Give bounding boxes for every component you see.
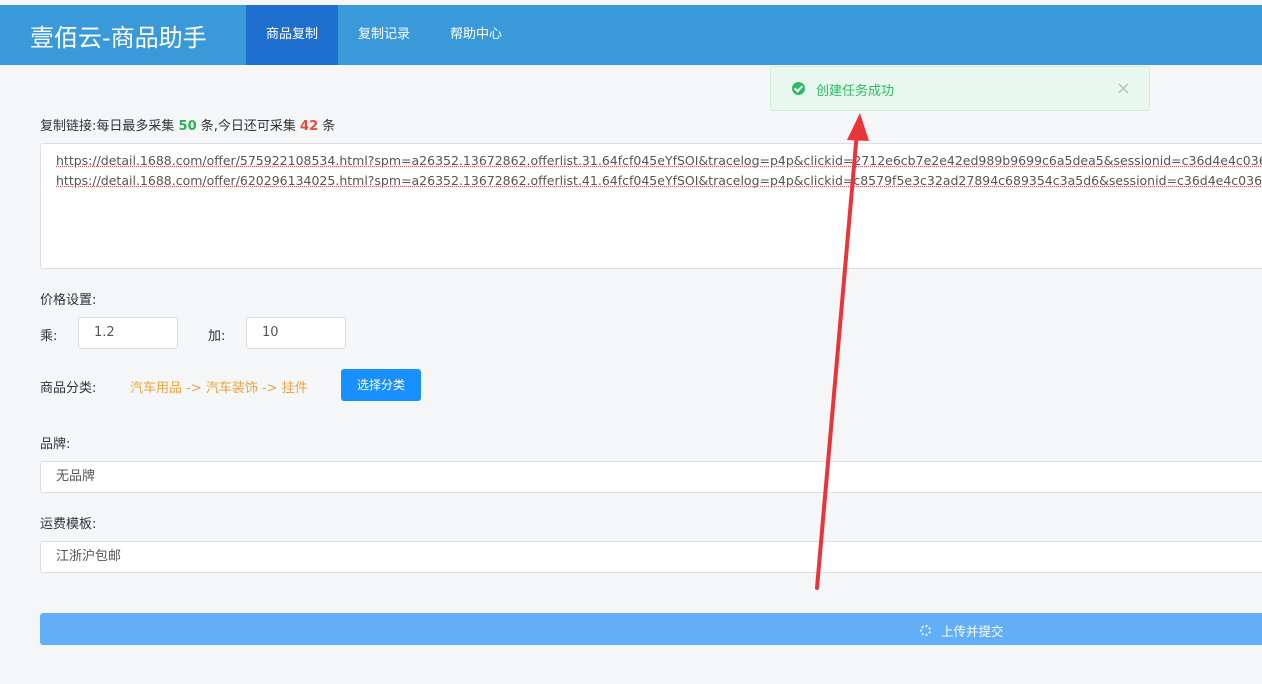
brand-input[interactable]: 无品牌: [40, 461, 1262, 493]
links-label-suffix: 条: [322, 119, 336, 134]
category-label: 商品分类:: [40, 381, 97, 396]
app-header: 壹佰云-商品助手 商品复制 复制记录 帮助中心: [0, 5, 1262, 65]
link-line: https://detail.1688.com/offer/6202961340…: [56, 173, 1262, 188]
close-icon[interactable]: ×: [1116, 78, 1131, 99]
add-label: 加:: [208, 329, 226, 344]
multiply-label: 乘:: [40, 329, 58, 344]
brand-title: 壹佰云-商品助手: [30, 24, 207, 52]
multiply-input[interactable]: 1.2: [78, 317, 178, 349]
shipping-template-label: 运费模板:: [40, 517, 97, 532]
success-toast: 创建任务成功 ×: [770, 66, 1150, 111]
arrow-head: [847, 113, 869, 141]
upload-submit-label: 上传并提交: [941, 624, 1004, 639]
add-input[interactable]: 10: [246, 317, 346, 349]
select-category-button[interactable]: 选择分类: [341, 369, 421, 401]
nav-item-copy-records[interactable]: 复制记录: [338, 5, 430, 65]
check-circle-icon: [792, 82, 805, 95]
links-label-mid: 条,今日还可采集: [200, 119, 296, 134]
upload-submit-button[interactable]: 上传并提交: [40, 613, 1262, 645]
nav-item-product-copy[interactable]: 商品复制: [246, 5, 339, 65]
category-path: 汽车用品 -> 汽车装饰 -> 挂件: [130, 381, 308, 396]
shipping-template-input[interactable]: 江浙沪包邮: [40, 541, 1262, 573]
price-settings-label: 价格设置:: [40, 293, 97, 308]
loading-icon: [920, 625, 931, 636]
daily-max-count: 50: [178, 119, 197, 134]
main-nav: 商品复制 复制记录 帮助中心: [246, 5, 522, 65]
links-label: 复制链接:每日最多采集 50 条,今日还可采集 42 条: [40, 115, 335, 134]
nav-item-help-center[interactable]: 帮助中心: [430, 5, 522, 65]
links-label-prefix: 复制链接:每日最多采集: [40, 119, 175, 134]
toast-message: 创建任务成功: [816, 84, 895, 99]
brand-label: 品牌:: [40, 437, 71, 452]
remaining-count: 42: [300, 119, 319, 134]
product-links-textarea[interactable]: https://detail.1688.com/offer/5759221085…: [40, 143, 1262, 269]
link-line: https://detail.1688.com/offer/5759221085…: [56, 153, 1262, 168]
